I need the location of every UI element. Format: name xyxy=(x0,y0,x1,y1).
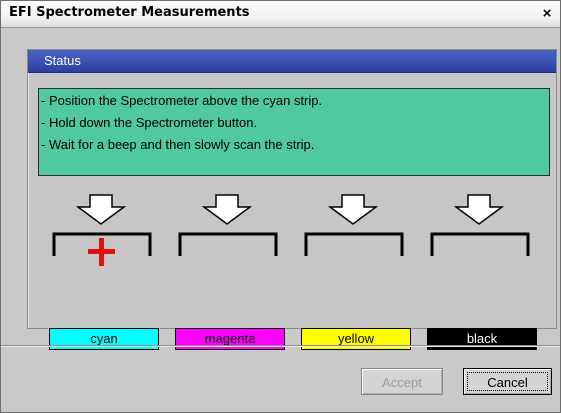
title-bar[interactable]: EFI Spectrometer Measurements × xyxy=(1,1,560,28)
strip-target-black xyxy=(430,190,530,298)
instruction-line: - Wait for a beep and then slowly scan t… xyxy=(41,137,315,152)
accept-button[interactable]: Accept xyxy=(361,368,443,395)
red-cross-icon xyxy=(88,238,115,266)
cancel-button[interactable]: Cancel xyxy=(463,368,552,395)
down-arrow-outline-icon xyxy=(327,194,379,225)
instruction-box: - Position the Spectrometer above the cy… xyxy=(38,88,550,176)
button-separator xyxy=(1,345,560,347)
status-header-label: Status xyxy=(44,53,81,68)
down-arrow-outline-icon xyxy=(75,194,127,225)
status-panel: Status - Position the Spectrometer above… xyxy=(27,49,557,350)
down-arrow-outline-icon xyxy=(453,194,505,225)
instruction-line: - Position the Spectrometer above the cy… xyxy=(41,93,323,108)
dialog-window: EFI Spectrometer Measurements × Status -… xyxy=(0,0,561,413)
strip-target-magenta xyxy=(178,190,278,298)
status-header: Status xyxy=(28,50,556,73)
strip-target-yellow xyxy=(304,190,404,298)
strip-bracket-icon xyxy=(178,232,278,256)
strip-target-cyan xyxy=(52,190,152,298)
window-title: EFI Spectrometer Measurements xyxy=(9,5,250,20)
strip-bracket-icon xyxy=(430,232,530,256)
strip-bracket-icon xyxy=(304,232,404,256)
close-icon[interactable]: × xyxy=(540,6,554,21)
down-arrow-outline-icon xyxy=(201,194,253,225)
instruction-line: - Hold down the Spectrometer button. xyxy=(41,115,258,130)
